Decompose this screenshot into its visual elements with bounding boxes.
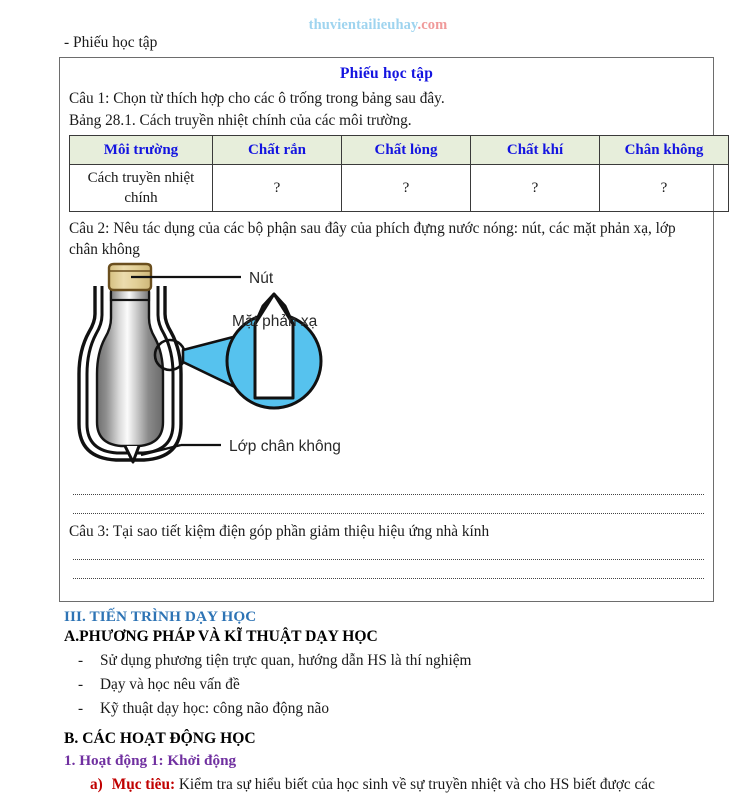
site-watermark: thuvientailieuhay.com [0, 17, 756, 34]
section-heading-a: A.PHƯƠNG PHÁP VÀ KĨ THUẬT DẠY HỌC [64, 628, 378, 645]
thermos-inner-body [95, 282, 165, 448]
magnifier-detail [225, 292, 323, 410]
methods-list: Sử dụng phương tiện trực quan, hướng dẫn… [64, 649, 754, 721]
table-cell-vacuum[interactable]: ? [599, 164, 729, 212]
figure-label-vacuum: Lớp chân không [229, 438, 341, 455]
table-row-label: Cách truyền nhiệt chính [69, 164, 213, 212]
table-header-liquid: Chất lỏng [341, 135, 471, 165]
activity-1-heading: 1. Hoạt động 1: Khởi động [64, 752, 237, 769]
objective-text: Kiểm tra sự hiểu biết của học sinh về sự… [178, 776, 655, 793]
answer-line-2[interactable] [73, 513, 704, 514]
table-cell-gas[interactable]: ? [470, 164, 600, 212]
watermark-tld: .com [417, 17, 448, 33]
table-header-gas: Chất khí [470, 135, 600, 165]
answer-gap-1 [69, 477, 706, 494]
thermos-figure: Nút Mặt phản xạ Lớp chân không [69, 262, 703, 477]
thermos-diagram-svg: Nút Mặt phản xạ Lớp chân không [77, 262, 341, 464]
answer-gap-2 [69, 495, 706, 513]
objective-label: Mục tiêu: [111, 776, 176, 793]
worksheet-body: Câu 1: Chọn từ thích hợp cho các ô trống… [60, 88, 729, 579]
section-heading-b: B. CÁC HOẠT ĐỘNG HỌC [64, 730, 256, 747]
question-2-text: Câu 2: Nêu tác dụng của các bộ phận sau … [69, 220, 676, 258]
table-header-solid: Chất rắn [212, 135, 342, 165]
answer-gap-3 [69, 542, 706, 559]
lesson-sections: III. TIẾN TRÌNH DẠY HỌC A.PHƯƠNG PHÁP VÀ… [64, 608, 754, 795]
list-item: Kỹ thuật dạy học: công não động não [78, 697, 754, 721]
table-cell-solid[interactable]: ? [212, 164, 342, 212]
table-header-row: Môi trường Chất rắn Chất lỏng Chất khí C… [69, 135, 729, 165]
table-header-vacuum: Chân không [599, 135, 729, 165]
heat-transfer-table: Môi trường Chất rắn Chất lỏng Chất khí C… [69, 135, 729, 212]
table-cell-liquid[interactable]: ? [341, 164, 471, 212]
table-header-environment: Môi trường [69, 135, 213, 165]
worksheet-box: Phiếu học tập Câu 1: Chọn từ thích hợp c… [59, 57, 729, 602]
answer-line-4[interactable] [73, 578, 704, 579]
list-item: Sử dụng phương tiện trực quan, hướng dẫn… [78, 649, 754, 673]
table-caption: Bảng 28.1. Cách truyền nhiệt chính của c… [69, 112, 412, 129]
figure-label-cap: Nút [249, 270, 274, 287]
question-1-text: Câu 1: Chọn từ thích hợp cho các ô trống… [69, 90, 445, 107]
answer-gap-4 [69, 560, 706, 578]
table-row: Cách truyền nhiệt chính ? ? ? ? [69, 164, 729, 212]
question-3-text: Câu 3: Tại sao tiết kiệm điện góp phần g… [69, 523, 490, 540]
activity-1-objective: a) Mục tiêu: Kiểm tra sự hiểu biết của họ… [90, 774, 754, 795]
figure-label-reflective: Mặt phản xạ [232, 313, 318, 330]
section-heading-iii: III. TIẾN TRÌNH DẠY HỌC [64, 608, 257, 625]
watermark-site-name: thuvientailieuhay [308, 17, 418, 33]
list-item: Dạy và học nêu vấn đề [78, 673, 754, 697]
worksheet-title: Phiếu học tập [339, 65, 434, 82]
objective-marker: a) [90, 776, 103, 793]
worksheet-intro-line: - Phiếu học tập [64, 34, 158, 51]
